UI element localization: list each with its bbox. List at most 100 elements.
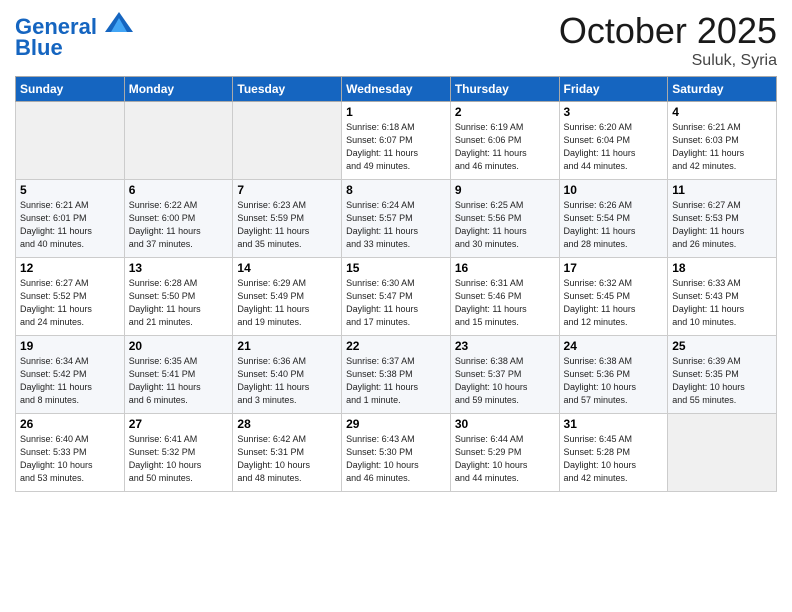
day-number: 8 xyxy=(346,183,446,197)
cell-content: Sunrise: 6:27 AM Sunset: 5:52 PM Dayligh… xyxy=(20,277,120,329)
table-row xyxy=(233,102,342,180)
header-sunday: Sunday xyxy=(16,77,125,102)
location: Suluk, Syria xyxy=(559,52,777,70)
table-row: 4 Sunrise: 6:21 AM Sunset: 6:03 PM Daylig… xyxy=(668,102,777,180)
header-tuesday: Tuesday xyxy=(233,77,342,102)
table-row: 5 Sunrise: 6:21 AM Sunset: 6:01 PM Daylig… xyxy=(16,180,125,258)
cell-content: Sunrise: 6:40 AM Sunset: 5:33 PM Dayligh… xyxy=(20,433,120,485)
table-row: 28 Sunrise: 6:42 AM Sunset: 5:31 PM Dayli… xyxy=(233,414,342,492)
day-number: 24 xyxy=(564,339,664,353)
day-number: 23 xyxy=(455,339,555,353)
table-row: 8 Sunrise: 6:24 AM Sunset: 5:57 PM Daylig… xyxy=(342,180,451,258)
day-number: 19 xyxy=(20,339,120,353)
table-row: 29Sunrise: 6:43 AM Sunset: 5:30 PM Dayli… xyxy=(342,414,451,492)
cell-content: Sunrise: 6:27 AM Sunset: 5:53 PM Dayligh… xyxy=(672,199,772,251)
table-row: 16 Sunrise: 6:31 AM Sunset: 5:46 PM Dayli… xyxy=(450,258,559,336)
day-number: 14 xyxy=(237,261,337,275)
header-friday: Friday xyxy=(559,77,668,102)
table-row: 14 Sunrise: 6:29 AM Sunset: 5:49 PM Dayli… xyxy=(233,258,342,336)
page-container: General Blue October 2025 Suluk, Syria S… xyxy=(0,0,792,502)
cell-content: Sunrise: 6:30 AM Sunset: 5:47 PM Dayligh… xyxy=(346,277,446,329)
cell-content: Sunrise: 6:42 AM Sunset: 5:31 PM Dayligh… xyxy=(237,433,337,485)
table-row: 20 Sunrise: 6:35 AM Sunset: 5:41 PM Dayli… xyxy=(124,336,233,414)
day-number: 9 xyxy=(455,183,555,197)
day-number: 15 xyxy=(346,261,446,275)
header-wednesday: Wednesday xyxy=(342,77,451,102)
cell-content: Sunrise: 6:29 AM Sunset: 5:49 PM Dayligh… xyxy=(237,277,337,329)
table-row: 19 Sunrise: 6:34 AM Sunset: 5:42 PM Dayli… xyxy=(16,336,125,414)
cell-content: Sunrise: 6:35 AM Sunset: 5:41 PM Dayligh… xyxy=(129,355,229,407)
cell-content: Sunrise: 6:32 AM Sunset: 5:45 PM Dayligh… xyxy=(564,277,664,329)
table-row: 17Sunrise: 6:32 AM Sunset: 5:45 PM Dayli… xyxy=(559,258,668,336)
day-number: 4 xyxy=(672,105,772,119)
day-number: 10 xyxy=(564,183,664,197)
cell-content: Sunrise: 6:21 AM Sunset: 6:03 PM Dayligh… xyxy=(672,121,772,173)
cell-content: Sunrise: 6:33 AM Sunset: 5:43 PM Dayligh… xyxy=(672,277,772,329)
header-saturday: Saturday xyxy=(668,77,777,102)
day-number: 2 xyxy=(455,105,555,119)
calendar-week-row: 12Sunrise: 6:27 AM Sunset: 5:52 PM Dayli… xyxy=(16,258,777,336)
logo: General Blue xyxy=(15,14,133,61)
table-row: 26Sunrise: 6:40 AM Sunset: 5:33 PM Dayli… xyxy=(16,414,125,492)
table-row: 6 Sunrise: 6:22 AM Sunset: 6:00 PM Daylig… xyxy=(124,180,233,258)
cell-content: Sunrise: 6:31 AM Sunset: 5:46 PM Dayligh… xyxy=(455,277,555,329)
table-row: 18 Sunrise: 6:33 AM Sunset: 5:43 PM Dayli… xyxy=(668,258,777,336)
table-row: 13Sunrise: 6:28 AM Sunset: 5:50 PM Dayli… xyxy=(124,258,233,336)
calendar-table: Sunday Monday Tuesday Wednesday Thursday… xyxy=(15,76,777,492)
header: General Blue October 2025 Suluk, Syria xyxy=(15,10,777,70)
day-number: 31 xyxy=(564,417,664,431)
table-row xyxy=(16,102,125,180)
cell-content: Sunrise: 6:38 AM Sunset: 5:36 PM Dayligh… xyxy=(564,355,664,407)
cell-content: Sunrise: 6:25 AM Sunset: 5:56 PM Dayligh… xyxy=(455,199,555,251)
calendar-week-row: 19 Sunrise: 6:34 AM Sunset: 5:42 PM Dayli… xyxy=(16,336,777,414)
day-number: 27 xyxy=(129,417,229,431)
table-row: 7 Sunrise: 6:23 AM Sunset: 5:59 PM Daylig… xyxy=(233,180,342,258)
cell-content: Sunrise: 6:24 AM Sunset: 5:57 PM Dayligh… xyxy=(346,199,446,251)
table-row: 23 Sunrise: 6:38 AM Sunset: 5:37 PM Dayli… xyxy=(450,336,559,414)
cell-content: Sunrise: 6:23 AM Sunset: 5:59 PM Dayligh… xyxy=(237,199,337,251)
table-row: 27 Sunrise: 6:41 AM Sunset: 5:32 PM Dayli… xyxy=(124,414,233,492)
day-number: 18 xyxy=(672,261,772,275)
calendar-week-row: 1 Sunrise: 6:18 AM Sunset: 6:07 PM Daylig… xyxy=(16,102,777,180)
table-row: 3Sunrise: 6:20 AM Sunset: 6:04 PM Daylig… xyxy=(559,102,668,180)
cell-content: Sunrise: 6:21 AM Sunset: 6:01 PM Dayligh… xyxy=(20,199,120,251)
calendar-header-row: Sunday Monday Tuesday Wednesday Thursday… xyxy=(16,77,777,102)
table-row: 9 Sunrise: 6:25 AM Sunset: 5:56 PM Daylig… xyxy=(450,180,559,258)
day-number: 20 xyxy=(129,339,229,353)
day-number: 22 xyxy=(346,339,446,353)
day-number: 13 xyxy=(129,261,229,275)
calendar-week-row: 26Sunrise: 6:40 AM Sunset: 5:33 PM Dayli… xyxy=(16,414,777,492)
table-row: 2 Sunrise: 6:19 AM Sunset: 6:06 PM Daylig… xyxy=(450,102,559,180)
cell-content: Sunrise: 6:19 AM Sunset: 6:06 PM Dayligh… xyxy=(455,121,555,173)
day-number: 16 xyxy=(455,261,555,275)
cell-content: Sunrise: 6:36 AM Sunset: 5:40 PM Dayligh… xyxy=(237,355,337,407)
cell-content: Sunrise: 6:41 AM Sunset: 5:32 PM Dayligh… xyxy=(129,433,229,485)
logo-icon xyxy=(105,12,133,32)
table-row: 31Sunrise: 6:45 AM Sunset: 5:28 PM Dayli… xyxy=(559,414,668,492)
day-number: 28 xyxy=(237,417,337,431)
day-number: 29 xyxy=(346,417,446,431)
cell-content: Sunrise: 6:38 AM Sunset: 5:37 PM Dayligh… xyxy=(455,355,555,407)
title-block: October 2025 Suluk, Syria xyxy=(559,10,777,70)
header-thursday: Thursday xyxy=(450,77,559,102)
cell-content: Sunrise: 6:20 AM Sunset: 6:04 PM Dayligh… xyxy=(564,121,664,173)
cell-content: Sunrise: 6:26 AM Sunset: 5:54 PM Dayligh… xyxy=(564,199,664,251)
table-row: 11Sunrise: 6:27 AM Sunset: 5:53 PM Dayli… xyxy=(668,180,777,258)
day-number: 7 xyxy=(237,183,337,197)
day-number: 6 xyxy=(129,183,229,197)
day-number: 5 xyxy=(20,183,120,197)
table-row: 22Sunrise: 6:37 AM Sunset: 5:38 PM Dayli… xyxy=(342,336,451,414)
table-row: 24 Sunrise: 6:38 AM Sunset: 5:36 PM Dayli… xyxy=(559,336,668,414)
table-row: 21Sunrise: 6:36 AM Sunset: 5:40 PM Dayli… xyxy=(233,336,342,414)
cell-content: Sunrise: 6:34 AM Sunset: 5:42 PM Dayligh… xyxy=(20,355,120,407)
cell-content: Sunrise: 6:18 AM Sunset: 6:07 PM Dayligh… xyxy=(346,121,446,173)
header-monday: Monday xyxy=(124,77,233,102)
day-number: 25 xyxy=(672,339,772,353)
table-row: 15 Sunrise: 6:30 AM Sunset: 5:47 PM Dayli… xyxy=(342,258,451,336)
table-row xyxy=(668,414,777,492)
month-title: October 2025 xyxy=(559,10,777,52)
table-row xyxy=(124,102,233,180)
day-number: 1 xyxy=(346,105,446,119)
cell-content: Sunrise: 6:44 AM Sunset: 5:29 PM Dayligh… xyxy=(455,433,555,485)
cell-content: Sunrise: 6:22 AM Sunset: 6:00 PM Dayligh… xyxy=(129,199,229,251)
